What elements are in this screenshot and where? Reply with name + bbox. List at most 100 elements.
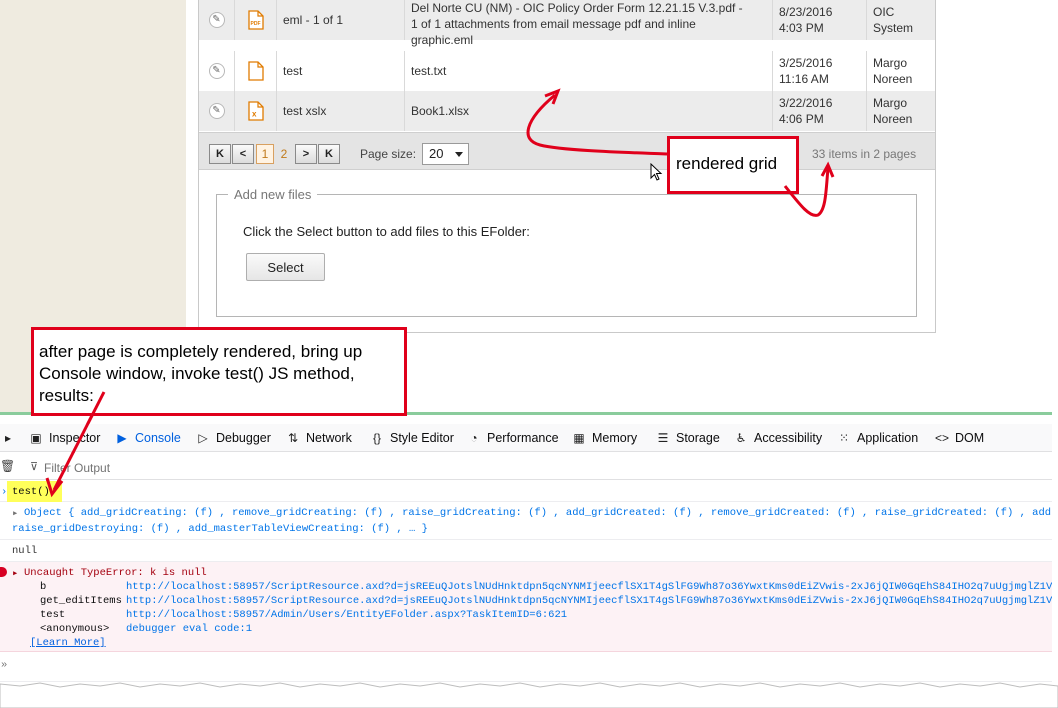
- pdf-file-icon: PDF: [247, 10, 264, 30]
- fieldset-legend: Add new files: [228, 187, 318, 202]
- pencil-icon[interactable]: ✎: [208, 103, 225, 119]
- tab-label: Memory: [592, 431, 638, 445]
- table-row: ✎ test test.txt 3/25/2016 11:16 AM Margo…: [199, 51, 935, 91]
- object-prefix: Object {: [24, 507, 81, 519]
- input-chevron-icon: ›: [1, 486, 8, 498]
- user-text: Margo: [873, 96, 908, 110]
- select-files-button[interactable]: Select: [246, 253, 325, 281]
- tab-label: Storage: [676, 431, 720, 445]
- console-filter-bar: 🗑 ⊽ Filter Output: [0, 453, 1052, 480]
- table-row: ✎ x test xslx Book1.xlsx 3/22/2016 4:06 …: [199, 91, 935, 131]
- tab-label: Console: [135, 431, 181, 445]
- mouse-cursor-icon: [650, 163, 663, 181]
- learn-more-link[interactable]: [Learn More]: [30, 637, 106, 649]
- next-page-icon: >: [302, 148, 310, 160]
- stack-url-link[interactable]: debugger eval code:1: [126, 623, 252, 635]
- grid-annotation-callout: rendered grid: [667, 136, 799, 194]
- screenshot-edge: [1052, 0, 1058, 708]
- annotation-text: rendered grid: [676, 154, 778, 173]
- annotation-text: after page is completely rendered, bring…: [39, 342, 363, 361]
- time-text: 11:16 AM: [779, 72, 829, 86]
- storage-icon: ☰: [657, 431, 669, 445]
- annotation-text: Console window, invoke test() JS method,: [39, 364, 355, 383]
- date-text: 3/25/2016: [779, 56, 833, 70]
- stack-url-link[interactable]: http://localhost:58957/ScriptResource.ax…: [126, 581, 1052, 593]
- annotation-text: results:: [39, 386, 94, 405]
- file-cell[interactable]: Del Norte CU (NM) - OIC Policy Order For…: [405, 0, 773, 47]
- torn-edge: [0, 682, 1058, 708]
- tab-accessibility[interactable]: ♿ Accessibility: [733, 424, 822, 452]
- filter-icon: ⊽: [30, 461, 39, 473]
- stack-url-link[interactable]: http://localhost:58957/ScriptResource.ax…: [126, 595, 1052, 607]
- expand-triangle-icon[interactable]: ▸: [12, 567, 18, 580]
- date-cell: 3/25/2016 11:16 AM: [773, 51, 867, 91]
- picker-tab[interactable]: ▸: [0, 424, 21, 452]
- edit-cell[interactable]: ✎: [199, 51, 235, 91]
- tab-memory[interactable]: ▦ Memory: [571, 424, 637, 452]
- pencil-icon[interactable]: ✎: [208, 63, 225, 79]
- expand-triangle-icon[interactable]: ▸: [12, 507, 18, 520]
- tab-label: Performance: [487, 431, 559, 445]
- edit-cell[interactable]: ✎: [199, 91, 235, 131]
- console-command: test(): [12, 486, 50, 498]
- name-cell: test: [277, 51, 405, 91]
- tab-performance[interactable]: ◔ Performance: [466, 424, 559, 452]
- user-cell: OIC System: [867, 0, 933, 40]
- application-icon: ⁙: [838, 431, 850, 445]
- object-summary-line1: Object { add_gridCreating: (f) , remove_…: [24, 507, 1052, 519]
- tab-label: Style Editor: [390, 431, 454, 445]
- devtools-toolbar: ▸ ▣ Inspector ▶ Console ▷ Debugger ⇅ Network…: [0, 424, 1052, 452]
- trash-icon[interactable]: 🗑: [0, 459, 15, 473]
- tab-console[interactable]: ▶ Console: [114, 424, 181, 452]
- user-cell: Margo Noreen: [867, 51, 933, 91]
- date-cell: 3/22/2016 4:06 PM: [773, 91, 867, 131]
- page-size-select[interactable]: 20: [422, 143, 469, 165]
- last-page-button[interactable]: K: [318, 144, 340, 164]
- network-icon: ⇅: [287, 431, 299, 445]
- edit-cell[interactable]: ✎: [199, 0, 235, 40]
- previous-page-button[interactable]: <: [232, 144, 254, 164]
- inspector-icon: ▣: [30, 431, 42, 445]
- file-cell[interactable]: Book1.xlsx: [405, 91, 773, 131]
- page-size-value: 20: [429, 146, 444, 161]
- tab-label: DOM: [955, 431, 985, 445]
- icon-cell: x: [235, 91, 277, 131]
- user-text: Noreen: [873, 72, 913, 86]
- tab-inspector[interactable]: ▣ Inspector: [28, 424, 100, 452]
- page-1-link[interactable]: 1: [256, 144, 274, 164]
- file-line: Del Norte CU (NM) - OIC Policy Order For…: [411, 1, 743, 15]
- tab-label: Accessibility: [754, 431, 823, 445]
- chevron-down-icon: [455, 152, 463, 157]
- next-page-button[interactable]: >: [295, 144, 317, 164]
- object-summary-line2: raise_gridDestroying: (f) , add_masterTa…: [12, 523, 428, 535]
- tab-dom[interactable]: <> DOM: [934, 424, 984, 452]
- dom-icon: <>: [934, 431, 949, 445]
- tab-style-editor[interactable]: {} Style Editor: [369, 424, 454, 452]
- table-row: ✎ PDF eml - 1 of 1 Del Norte CU (NM) - O…: [199, 0, 935, 47]
- excel-file-icon: x: [247, 101, 264, 121]
- tab-debugger[interactable]: ▷ Debugger: [195, 424, 271, 452]
- tab-application[interactable]: ⁙ Application: [836, 424, 918, 452]
- stack-fn: b: [40, 581, 47, 593]
- page-2-link[interactable]: 2: [275, 144, 293, 164]
- file-line: 1 of 1 attachments from email message pd…: [411, 17, 696, 31]
- stack-url-link[interactable]: http://localhost:58957/Admin/Users/Entit…: [126, 609, 567, 621]
- console-icon: ▶: [117, 431, 127, 445]
- file-cell[interactable]: test.txt: [405, 51, 773, 91]
- console-prompt-line[interactable]: [0, 652, 1052, 682]
- last-page-icon: K: [325, 148, 333, 160]
- tab-storage[interactable]: ☰ Storage: [655, 424, 720, 452]
- first-page-button[interactable]: K: [209, 144, 231, 164]
- user-cell: Margo Noreen: [867, 91, 933, 131]
- text-file-icon: [247, 61, 264, 81]
- user-text: System: [873, 21, 914, 35]
- filter-output-input[interactable]: Filter Output: [44, 461, 110, 475]
- date-text: 8/23/2016: [779, 5, 833, 19]
- element-picker-icon: ▸: [4, 431, 12, 445]
- stack-fn: get_editItems: [40, 595, 122, 607]
- file-line: graphic.eml: [411, 33, 474, 47]
- tab-network[interactable]: ⇅ Network: [285, 424, 352, 452]
- upload-instructions: Click the Select button to add files to …: [243, 224, 530, 239]
- accessibility-icon: ♿: [735, 431, 747, 445]
- pencil-icon[interactable]: ✎: [208, 12, 225, 28]
